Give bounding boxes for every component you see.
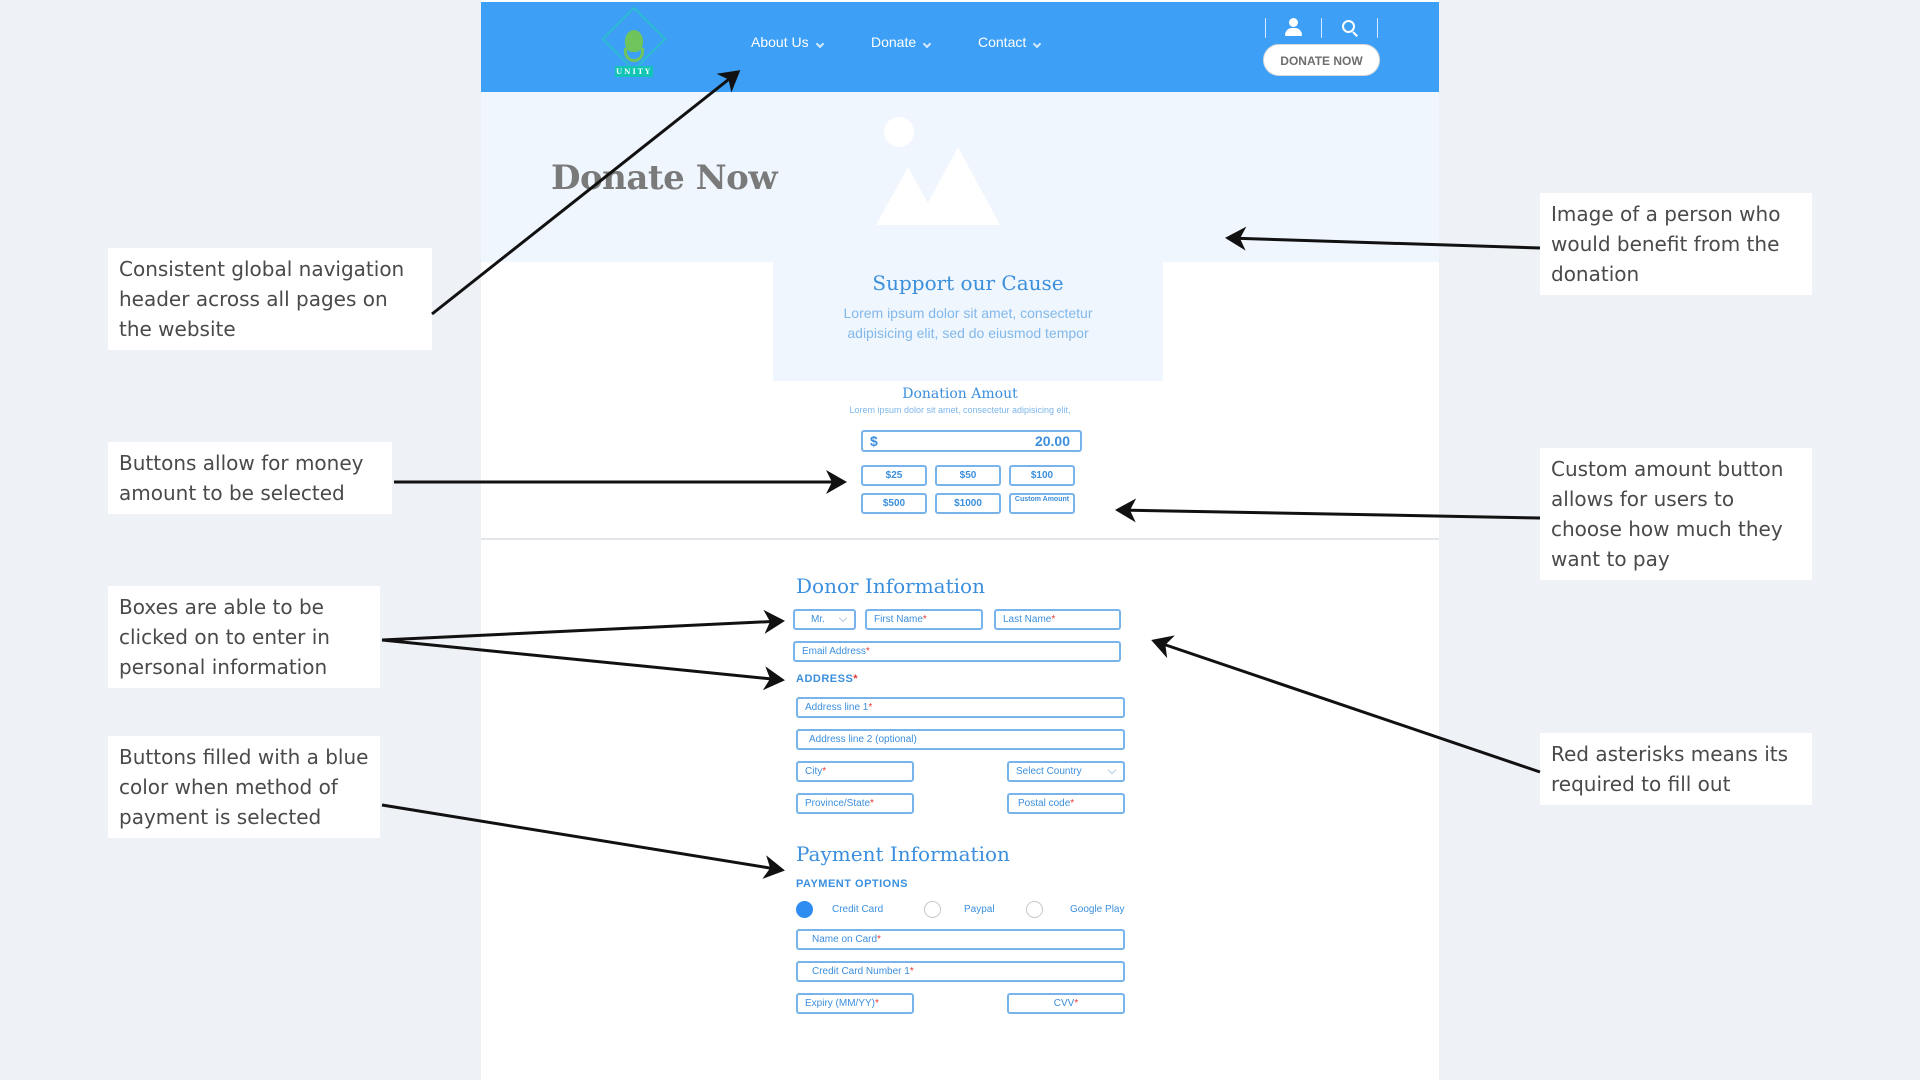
amount-25-button[interactable]: $25 [861,465,927,486]
salutation-value: Mr. [811,614,825,625]
name-on-card-input[interactable]: Name on Card* [796,929,1125,950]
google-play-radio[interactable] [1026,901,1043,918]
required-asterisk: * [868,702,873,713]
hero-banner: Donate Now [481,92,1439,262]
required-asterisk: * [1074,998,1079,1009]
email-input[interactable]: Email Address* [793,641,1121,662]
chevron-down-icon [1107,765,1117,775]
first-name-placeholder: First Name [874,614,923,625]
cvv-input[interactable]: CVV* [1007,993,1125,1014]
paypal-radio[interactable] [924,901,941,918]
header-divider [1377,18,1378,38]
amount-1000-button[interactable]: $1000 [935,493,1001,514]
first-name-input[interactable]: First Name* [865,609,983,630]
city-placeholder: City [805,766,823,777]
support-text: Lorem ipsum dolor sit amet, consectetur … [843,305,1093,341]
header-divider [1265,18,1266,38]
amount-50-button[interactable]: $50 [935,465,1001,486]
annotation-hero-image: Image of a person who would benefit from… [1540,193,1812,295]
custom-amount-button[interactable]: Custom Amount [1009,493,1075,514]
postal-placeholder: Postal code [1018,798,1071,809]
required-asterisk: * [822,766,827,777]
address-line1-input[interactable]: Address line 1* [796,697,1125,718]
chevron-down-icon [922,39,932,49]
name-on-card-placeholder: Name on Card [812,934,878,945]
donation-amount-subtitle: Lorem ipsum dolor sit amet, consectetur … [849,405,1071,415]
google-play-label: Google Play [1070,904,1125,915]
donor-info-title: Donor Information [796,574,985,598]
email-placeholder: Email Address [802,646,866,657]
chevron-down-icon [1033,39,1042,49]
header-divider [1321,18,1322,38]
annotation-required-asterisks: Red asterisks means its required to fill… [1540,733,1812,805]
address-line2-input[interactable]: Address line 2 (optional) [796,729,1125,750]
payment-options-label: PAYMENT OPTIONS [796,878,909,890]
required-asterisk: * [865,646,870,657]
page-title: Donate Now [551,158,778,198]
user-icon[interactable] [1283,18,1303,38]
amount-100-button[interactable]: $100 [1009,465,1075,486]
global-nav-header: UNITY About Us Donate Contact DONATE NOW [481,2,1439,92]
nav-contact[interactable]: Contact [978,34,1042,50]
required-asterisk: * [877,934,881,945]
postal-code-input[interactable]: Postal code* [1007,793,1125,814]
required-asterisk: * [1070,798,1075,809]
required-asterisk: * [1051,614,1056,625]
nav-donate-label: Donate [871,34,917,50]
donate-now-button[interactable]: DONATE NOW [1263,44,1380,76]
expiry-placeholder: Expiry (MM/YY) [805,998,875,1009]
unity-logo[interactable]: UNITY [595,6,671,84]
last-name-input[interactable]: Last Name* [994,609,1121,630]
donation-amount-input[interactable]: $ 20.00 [861,430,1082,452]
address-line1-placeholder: Address line 1 [805,702,869,713]
search-icon[interactable] [1340,18,1360,38]
required-asterisk: * [909,966,914,977]
annotation-amount-buttons: Buttons allow for money amount to be sel… [108,442,392,514]
payment-info-title: Payment Information [796,842,1010,866]
country-placeholder: Select Country [1016,766,1082,777]
required-asterisk: * [875,998,879,1009]
cvv-placeholder: CVV [1053,998,1075,1009]
chevron-down-icon [815,39,824,49]
address-label-text: ADDRESS [796,673,854,685]
annotation-custom-amount: Custom amount button allows for users to… [1540,448,1812,580]
credit-card-radio[interactable] [796,901,813,918]
required-asterisk: * [853,673,859,685]
province-input[interactable]: Province/State* [796,793,914,814]
donation-page: UNITY About Us Donate Contact DONATE NOW… [481,0,1439,1080]
nav-contact-label: Contact [978,34,1027,50]
last-name-placeholder: Last Name [1003,614,1052,625]
required-asterisk: * [870,798,874,809]
expiry-input[interactable]: Expiry (MM/YY)* [796,993,914,1014]
donation-amount-title: Donation Amout [902,386,1018,402]
city-input[interactable]: City* [796,761,914,782]
address-label: ADDRESS* [796,673,858,685]
required-asterisk: * [922,614,927,625]
image-placeholder-icon [876,117,1046,237]
province-placeholder: Province/State [805,798,871,809]
credit-card-label: Credit Card [832,904,884,915]
section-divider [481,538,1439,540]
annotation-input-boxes: Boxes are able to be clicked on to enter… [108,586,380,688]
support-cause-box: Support our Cause Lorem ipsum dolor sit … [773,262,1163,381]
card-number-input[interactable]: Credit Card Number 1* [796,961,1125,982]
support-title: Support our Cause [872,271,1064,295]
card-number-placeholder: Credit Card Number 1 [812,966,910,977]
country-select[interactable]: Select Country [1007,761,1125,782]
salutation-select[interactable]: Mr. [793,609,856,630]
annotation-nav-header: Consistent global navigation header acro… [108,248,432,350]
nav-donate[interactable]: Donate [871,34,932,50]
currency-symbol: $ [870,433,878,449]
nav-about-us-label: About Us [751,34,809,50]
nav-about-us[interactable]: About Us [751,34,824,50]
amount-500-button[interactable]: $500 [861,493,927,514]
amount-value: 20.00 [1034,433,1070,449]
chevron-down-icon [838,613,848,623]
annotation-payment-radio: Buttons filled with a blue color when me… [108,736,380,838]
logo-text: UNITY [615,66,653,77]
address-line2-placeholder: Address line 2 (optional) [809,734,917,745]
paypal-label: Paypal [964,904,995,915]
